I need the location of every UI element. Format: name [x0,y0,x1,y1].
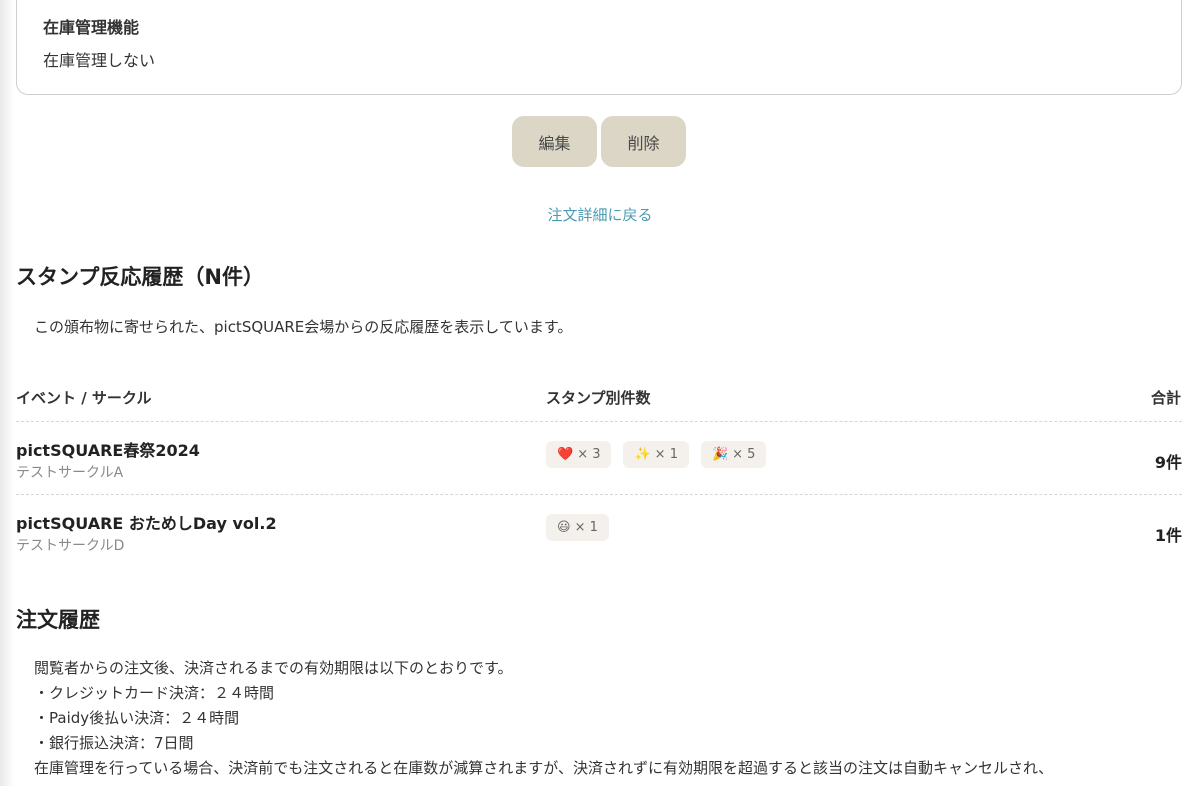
note-line: 閲覧者からの注文後、決済されるまでの有効期限は以下のとおりです。 [34,659,513,677]
order-history-notes: 閲覧者からの注文後、決済されるまでの有効期限は以下のとおりです。 ・クレジットカ… [34,656,1053,781]
table-row: pictSQUARE おためしDay vol.2 テストサークルD 😃 × 1 … [16,495,1182,567]
heart-icon: ❤️ [557,447,574,462]
stamp-chip: ✨ × 1 [623,441,689,468]
delete-button[interactable]: 削除 [601,116,686,167]
left-edge-shadow [0,0,14,786]
sparkles-icon: ✨ [634,447,651,462]
stamp-chip: ❤️ × 3 [546,441,612,468]
party-popper-icon: 🎉 [711,447,729,462]
stamp-count: × 1 [574,520,598,535]
stamp-chips: ❤️ × 3 ✨ × 1 🎉 × 5 [546,441,767,468]
edit-button[interactable]: 編集 [512,116,597,167]
stamp-chips: 😃 × 1 [546,514,609,541]
row-total: 9件 [1154,453,1182,472]
note-line: 在庫管理を行っている場合、決済前でも注文されると在庫数が減算されますが、決済され… [34,759,1054,777]
circle-name: テストサークルA [16,465,124,481]
note-line: ・Paidy後払い決済：２４時間 [34,709,240,727]
inventory-label: 在庫管理機能 [43,18,140,37]
note-line: ・銀行振込決済：7日間 [34,734,194,752]
table-row: pictSQUARE春祭2024 テストサークルA ❤️ × 3 ✨ × 1 🎉… [16,422,1182,494]
stamp-history-title: スタンプ反応履歴（N件） [16,265,264,289]
event-name: pictSQUARE春祭2024 [16,441,200,460]
stamp-count: × 1 [654,447,678,462]
column-header-event: イベント / サークル [16,389,152,407]
event-name: pictSQUARE おためしDay vol.2 [16,514,277,533]
row-total: 1件 [1154,526,1182,545]
inventory-value: 在庫管理しない [43,51,156,70]
smiley-icon: 😃 [557,520,571,535]
stamp-chip: 😃 × 1 [546,514,609,541]
stamp-count: × 3 [577,447,601,462]
order-history-title: 注文履歴 [16,608,100,632]
column-header-total: 合計 [1150,389,1181,407]
stamp-count: × 5 [732,447,756,462]
circle-name: テストサークルD [16,538,125,554]
column-header-stamps: スタンプ別件数 [546,389,651,407]
stamp-history-description: この頒布物に寄せられた、pictSQUARE会場からの反応履歴を表示しています。 [34,318,573,336]
inventory-card: 在庫管理機能 在庫管理しない [16,0,1182,95]
stamp-chip: 🎉 × 5 [700,441,767,468]
note-line: ・クレジットカード決済：２４時間 [34,684,275,702]
back-to-order-detail-link[interactable]: 注文詳細に戻る [0,204,1200,225]
